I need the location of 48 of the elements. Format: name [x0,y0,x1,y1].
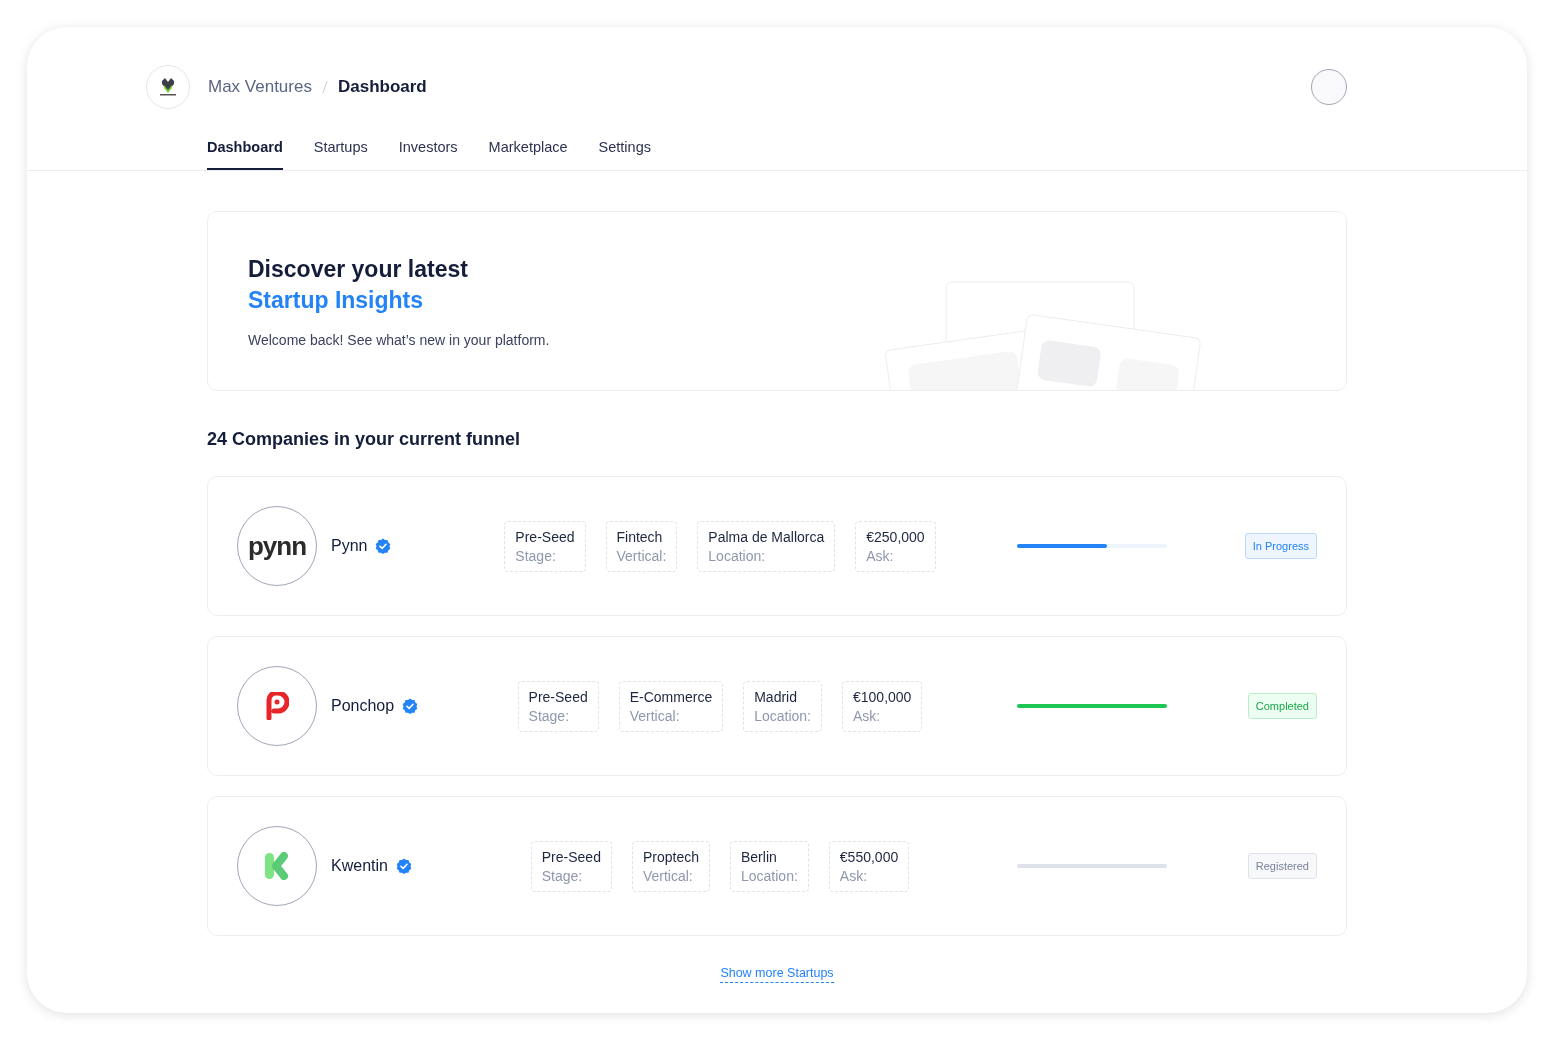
tag-value: €100,000 [853,688,912,705]
funnel-heading: 24 Companies in your current funnel [207,429,522,450]
tag-value: Fintech [616,528,664,545]
tag-value: Pre-Seed [541,848,601,865]
tag-label: Vertical: [629,707,681,724]
tag-value: Proptech [642,848,699,865]
hero-highlight: Startup Insights [248,287,425,314]
tag-label: Vertical: [616,547,667,564]
tag-value: Pre-Seed [528,688,588,705]
company-name[interactable]: Ponchop [331,697,395,715]
company-name[interactable]: Kwentin [331,857,388,875]
nav-tab[interactable]: Startups [313,131,368,170]
tag-value: Berlin [741,848,778,865]
separator-icon [321,80,328,94]
status-badge: Registered [1247,853,1317,879]
breadcrumb-link[interactable]: Max Ventures [208,77,312,97]
p-letter-logo-icon [265,692,289,720]
tag-label: Stage: [528,707,571,724]
nav-tab[interactable]: Investors [398,131,458,170]
breadcrumb-link[interactable]: Dashboard [337,77,427,97]
tag-label: Location: [741,867,798,884]
tag-label: Location: [708,547,767,564]
tag-label: Vertical: [642,867,694,884]
tag-value: €550,000 [839,848,899,865]
tag-value: Palma de Mallorca [708,528,825,545]
tag-value: €250,000 [866,528,925,545]
hero-subtitle: Welcome back! See what’s new in your platform. [248,332,550,348]
status-badge: In Progress [1244,533,1317,559]
tag-value: Madrid [754,688,798,705]
company-name[interactable]: Pynn [331,537,368,555]
tag-value: Pre-Seed [515,528,575,545]
tag-label: Location: [754,707,811,724]
logo-wordmark: pynn [247,530,307,562]
tag-label: Stage: [541,867,584,884]
tag-label: Ask: [853,707,882,724]
brand-logo-icon [146,65,190,109]
status-badge: Completed [1247,693,1317,719]
nav-tab[interactable]: Marketplace [488,131,568,170]
tag-label: Stage: [515,547,557,564]
show-more-link[interactable]: Show more Startups [720,966,834,983]
tag-value: E-Commerce [629,688,713,705]
nav-tab[interactable]: Settings [598,131,651,170]
tag-label: Ask: [866,547,895,564]
nav-tab[interactable]: Dashboard [207,131,283,170]
hero-title: Discover your latest [248,256,469,283]
k-letter-logo-icon [264,852,290,880]
avatar[interactable] [1311,69,1347,105]
tag-label: Ask: [839,867,869,884]
